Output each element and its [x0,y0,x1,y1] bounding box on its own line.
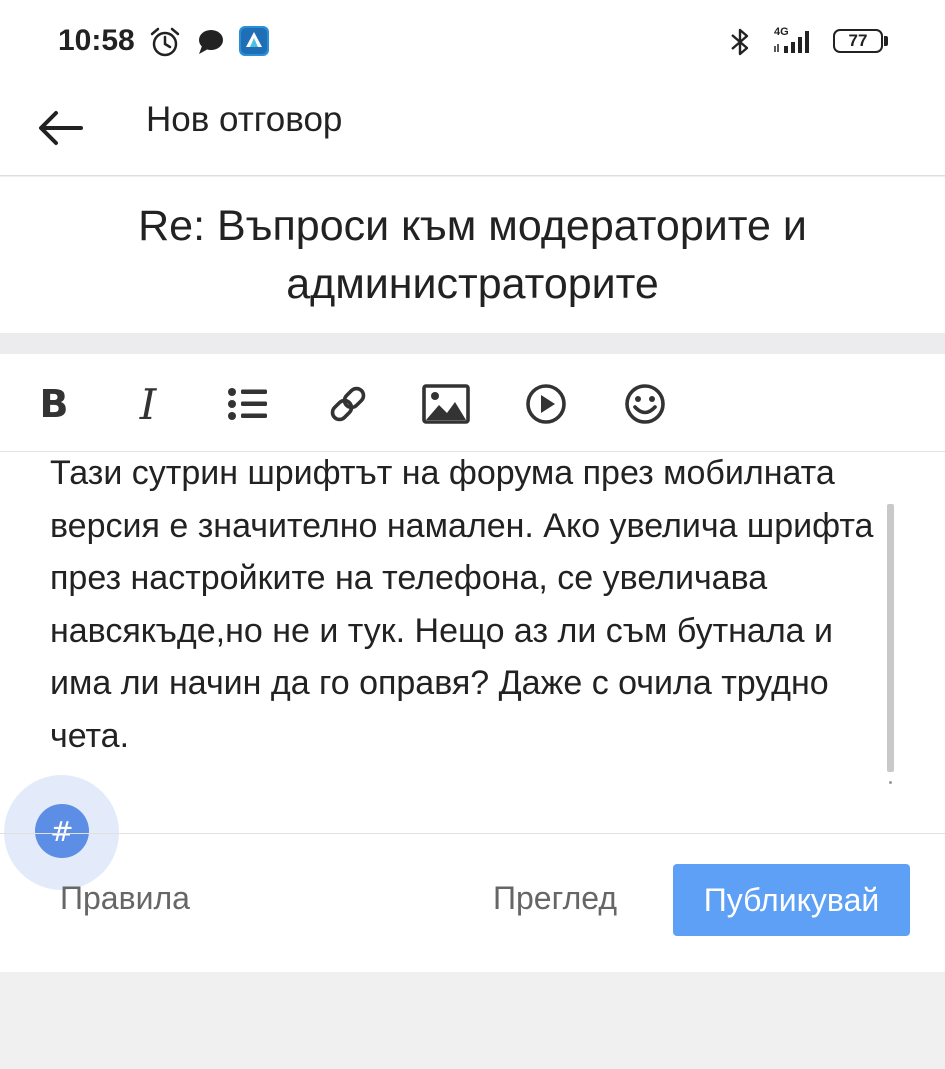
hashtag-button[interactable]: # [35,804,89,858]
link-button[interactable] [322,378,374,430]
page-title: Нов отговор [146,100,343,139]
footer-divider [0,833,945,834]
alarm-icon [148,26,182,63]
formatting-toolbar: B I [0,354,945,452]
video-button[interactable] [520,378,572,430]
chat-bubble-icon [196,28,226,61]
topic-header: Re: Въпроси към модераторите и администр… [0,177,945,333]
emoji-button[interactable] [619,378,671,430]
bold-button[interactable]: B [28,378,80,430]
reply-text-area[interactable]: Тази сутрин шрифтът на форума през мобил… [0,453,945,833]
battery-tip [884,36,888,46]
bluetooth-icon [727,27,753,62]
text-scrollbar[interactable] [887,504,894,772]
list-icon [228,388,267,420]
image-icon [422,384,470,424]
app-bar: Нов отговор [0,80,945,176]
status-bar: 10:58 4G 77 [0,0,945,80]
smiley-icon [625,384,665,424]
publish-button[interactable]: Публикувай [673,864,910,936]
topic-title: Re: Въпроси към модераторите и администр… [138,202,807,308]
app-icon [238,25,270,62]
back-button[interactable] [30,98,90,158]
section-divider [0,333,945,354]
arrow-left-icon [39,111,83,145]
signal-4g-icon: 4G [770,24,822,61]
battery-icon: 77 [833,29,883,53]
network-label: 4G [774,26,789,38]
reply-text[interactable]: Тази сутрин шрифтът на форума през мобил… [50,453,890,763]
preview-button[interactable]: Преглед [493,880,617,917]
image-button[interactable] [420,378,472,430]
link-icon [330,386,366,422]
italic-button[interactable]: I [122,378,174,430]
scrollbar-resize-handle [889,781,892,784]
rules-link[interactable]: Правила [60,880,190,917]
status-time: 10:58 [58,24,135,57]
bulleted-list-button[interactable] [222,378,274,430]
play-circle-icon [526,384,566,424]
